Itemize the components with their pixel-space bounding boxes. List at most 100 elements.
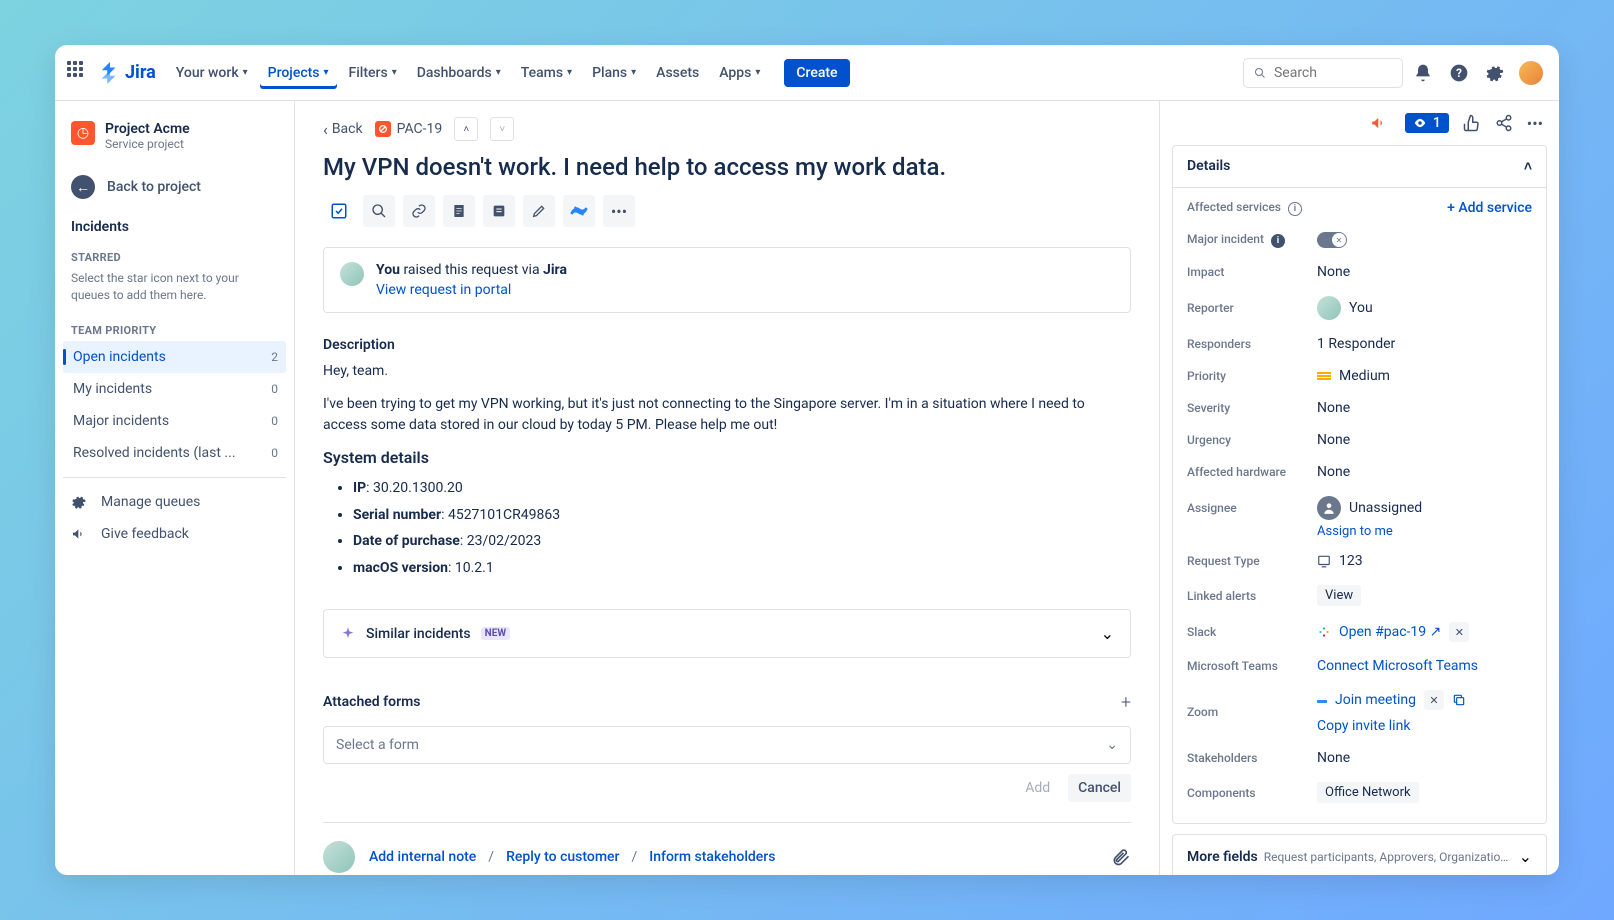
give-feedback[interactable]: Give feedback xyxy=(63,518,286,550)
announcement-icon[interactable] xyxy=(1367,111,1391,135)
notifications-icon[interactable] xyxy=(1407,57,1439,89)
join-zoom-link[interactable]: Join meeting xyxy=(1335,692,1416,708)
search-input[interactable] xyxy=(1243,58,1403,88)
page-button[interactable] xyxy=(443,195,475,227)
impact-value[interactable]: None xyxy=(1317,264,1350,280)
requester-avatar xyxy=(340,262,364,286)
svg-text:?: ? xyxy=(1456,66,1462,80)
nav-teams[interactable]: Teams▾ xyxy=(513,57,580,89)
tab-inform-stakeholders[interactable]: Inform stakeholders xyxy=(649,849,775,865)
nav-dashboards[interactable]: Dashboards▾ xyxy=(409,57,509,89)
profile-avatar[interactable] xyxy=(1515,57,1547,89)
responders-value[interactable]: 1 Responder xyxy=(1317,336,1395,352)
nav-projects[interactable]: Projects▾ xyxy=(260,57,337,89)
cancel-form-button[interactable]: Cancel xyxy=(1068,774,1131,802)
remove-slack-button[interactable]: ✕ xyxy=(1449,622,1469,642)
nav-filters[interactable]: Filters▾ xyxy=(341,57,405,89)
create-button[interactable]: Create xyxy=(784,59,849,87)
info-icon[interactable]: i xyxy=(1288,202,1302,216)
incidents-section: Incidents xyxy=(63,207,286,239)
nav-plans[interactable]: Plans▾ xyxy=(584,57,644,89)
description-heading: Description xyxy=(323,337,1131,353)
like-icon[interactable] xyxy=(1463,114,1481,132)
view-alerts-button[interactable]: View xyxy=(1317,585,1361,606)
form-select[interactable]: Select a form⌄ xyxy=(323,726,1131,764)
link-button[interactable] xyxy=(403,195,435,227)
add-checklist-button[interactable] xyxy=(323,195,355,227)
new-badge: NEW xyxy=(481,627,510,640)
view-in-portal-link[interactable]: View request in portal xyxy=(376,282,511,298)
add-service-link[interactable]: + Add service xyxy=(1447,200,1532,216)
slack-channel-link[interactable]: Open #pac-19 ↗ xyxy=(1339,624,1441,640)
app-switcher-icon[interactable] xyxy=(67,61,91,85)
similar-incidents-panel[interactable]: Similar incidents NEW ⌄ xyxy=(323,609,1131,658)
component-chip[interactable]: Office Network xyxy=(1317,782,1419,803)
note-button[interactable] xyxy=(483,195,515,227)
share-icon[interactable] xyxy=(1495,114,1513,132)
tab-reply-customer[interactable]: Reply to customer xyxy=(506,849,619,865)
info-icon[interactable]: i xyxy=(1271,234,1285,248)
severity-value[interactable]: None xyxy=(1317,400,1350,416)
incident-type-icon xyxy=(375,121,391,137)
more-fields-panel[interactable]: More fields Request participants, Approv… xyxy=(1172,834,1547,875)
tab-internal-note[interactable]: Add internal note xyxy=(369,849,476,865)
issue-key-link[interactable]: PAC-19 xyxy=(375,121,443,137)
starred-heading: STARRED xyxy=(63,239,286,268)
copy-invite-link[interactable]: Copy invite link xyxy=(1317,718,1410,734)
back-button[interactable]: ‹Back xyxy=(323,120,363,139)
priority-value[interactable]: Medium xyxy=(1317,368,1390,384)
team-priority-heading: TEAM PRIORITY xyxy=(63,312,286,341)
attachment-icon[interactable] xyxy=(1111,847,1131,867)
request-type-icon xyxy=(1317,554,1331,568)
assignee-value[interactable]: Unassigned xyxy=(1317,496,1422,520)
project-name: Project Acme xyxy=(105,121,190,137)
connect-teams-link[interactable]: Connect Microsoft Teams xyxy=(1317,658,1478,674)
queue-resolved-incidents[interactable]: Resolved incidents (last ...0 xyxy=(63,437,286,469)
zoom-icon: ▬ xyxy=(1317,695,1327,706)
next-issue-button[interactable]: ˅ xyxy=(490,117,514,141)
nav-apps[interactable]: Apps▾ xyxy=(711,57,768,89)
search-content-button[interactable] xyxy=(363,195,395,227)
megaphone-icon xyxy=(71,526,87,542)
more-actions-button[interactable]: ••• xyxy=(603,195,635,227)
manage-queues[interactable]: Manage queues xyxy=(63,486,286,518)
slack-icon xyxy=(1317,625,1331,639)
watch-button[interactable]: 1 xyxy=(1405,113,1449,133)
help-icon[interactable]: ? xyxy=(1443,57,1475,89)
comment-avatar xyxy=(323,841,355,873)
assign-to-me-link[interactable]: Assign to me xyxy=(1317,524,1532,539)
description-text: I've been trying to get my VPN working, … xyxy=(323,394,1131,436)
reporter-value[interactable]: You xyxy=(1317,296,1373,320)
jira-logo[interactable]: Jira xyxy=(99,62,156,84)
nav-assets[interactable]: Assets xyxy=(648,57,707,89)
prev-issue-button[interactable]: ˄ xyxy=(454,117,478,141)
system-details-list: IP: 30.20.1300.20 Serial number: 4527101… xyxy=(323,475,1131,581)
stakeholders-value[interactable]: None xyxy=(1317,750,1350,766)
queue-my-incidents[interactable]: My incidents0 xyxy=(63,373,286,405)
edit-button[interactable] xyxy=(523,195,555,227)
settings-icon[interactable] xyxy=(1479,57,1511,89)
description-text: Hey, team. xyxy=(323,361,1131,382)
urgency-value[interactable]: None xyxy=(1317,432,1350,448)
reporter-avatar xyxy=(1317,296,1341,320)
queue-major-incidents[interactable]: Major incidents0 xyxy=(63,405,286,437)
starred-empty-text: Select the star icon next to your queues… xyxy=(63,268,286,312)
back-to-project[interactable]: ← Back to project xyxy=(63,167,286,207)
add-form-button[interactable]: Add xyxy=(1015,774,1060,802)
confluence-button[interactable] xyxy=(563,195,595,227)
add-form-icon[interactable]: + xyxy=(1121,692,1131,713)
project-icon: ◷ xyxy=(71,121,95,145)
queue-open-incidents[interactable]: Open incidents2 xyxy=(63,341,286,373)
request-type-value[interactable]: 123 xyxy=(1317,553,1363,569)
request-info-box: You raised this request via Jira View re… xyxy=(323,247,1131,313)
details-header[interactable]: Details˄ xyxy=(1173,146,1546,188)
hardware-value[interactable]: None xyxy=(1317,464,1350,480)
project-type: Service project xyxy=(105,137,190,151)
chevron-down-icon: ⌄ xyxy=(1519,847,1532,866)
more-icon[interactable]: ••• xyxy=(1527,114,1543,133)
nav-your-work[interactable]: Your work▾ xyxy=(168,57,256,89)
remove-zoom-button[interactable]: ✕ xyxy=(1424,690,1444,710)
attached-forms-heading: Attached forms xyxy=(323,694,420,710)
major-incident-toggle[interactable] xyxy=(1317,232,1347,248)
unassigned-icon xyxy=(1317,496,1341,520)
